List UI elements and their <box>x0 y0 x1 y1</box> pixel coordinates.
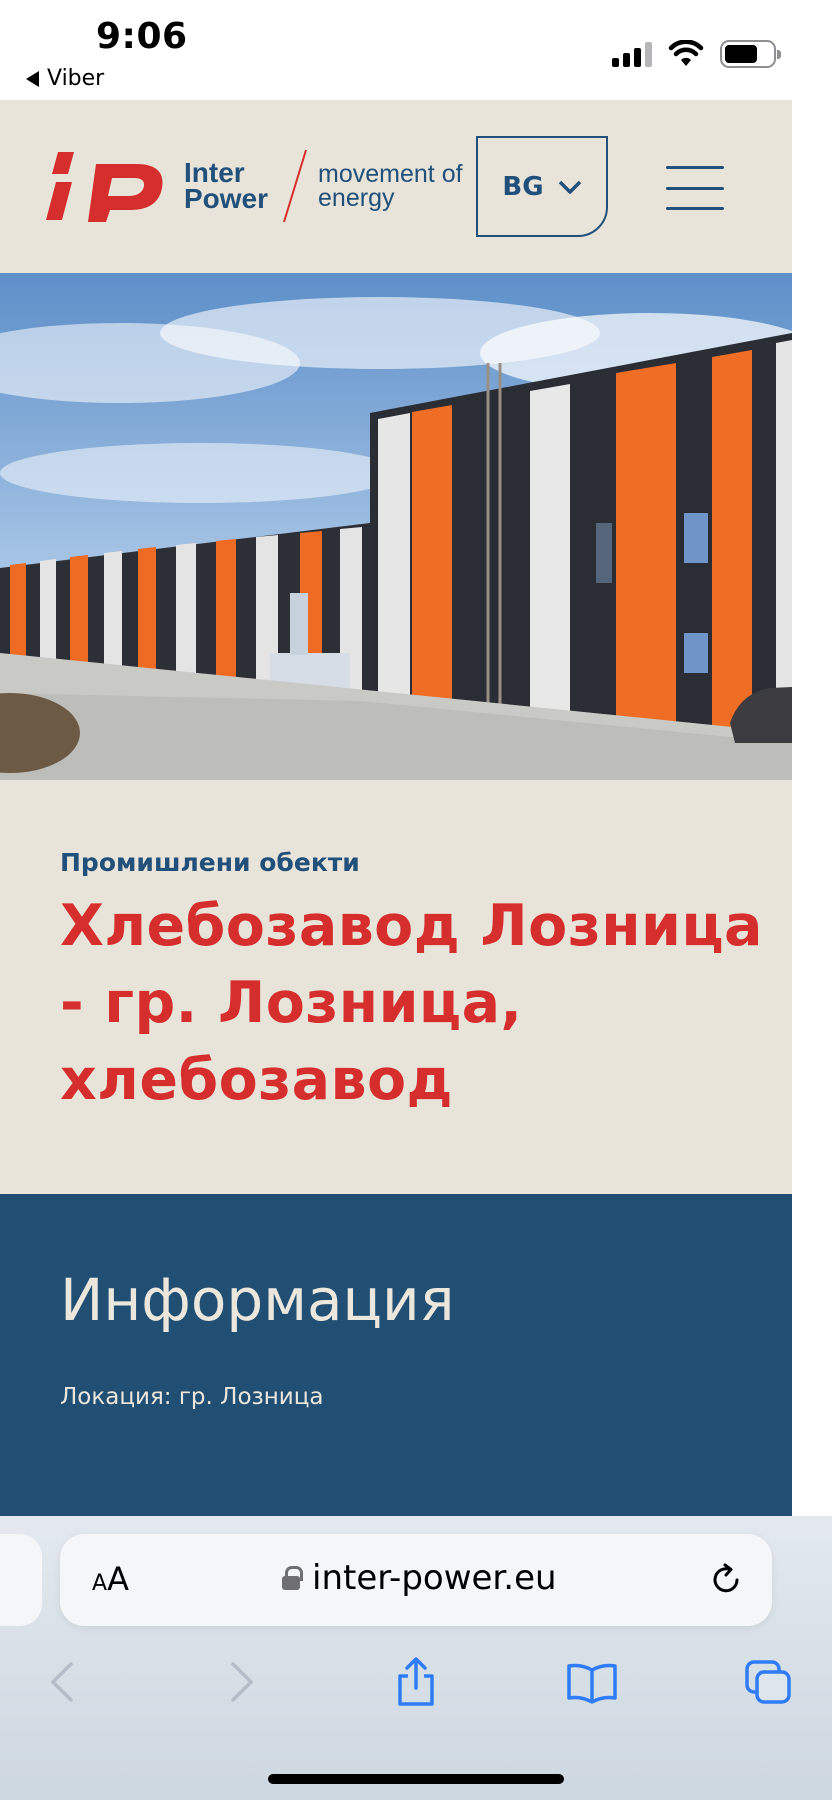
forward-icon <box>231 1662 253 1702</box>
share-button[interactable] <box>386 1652 446 1712</box>
bookmarks-button[interactable] <box>562 1652 622 1712</box>
language-label: BG <box>502 171 544 202</box>
lock-icon <box>282 1566 303 1590</box>
back-button[interactable] <box>32 1652 92 1712</box>
interpower-logo-mark-icon <box>46 152 163 222</box>
back-icon <box>51 1662 73 1702</box>
hero-image <box>0 273 792 780</box>
hamburger-menu-icon[interactable] <box>666 166 724 210</box>
chevron-down-icon <box>558 180 581 194</box>
language-selector[interactable]: BG <box>476 136 608 237</box>
back-to-app-link[interactable]: Viber <box>26 66 104 91</box>
share-icon <box>398 1657 434 1706</box>
bookmarks-icon <box>567 1663 617 1704</box>
url-display[interactable]: inter-power.eu <box>282 1558 557 1598</box>
battery-icon <box>720 40 781 68</box>
status-time: 9:06 <box>96 16 188 57</box>
tabs-icon <box>745 1660 791 1704</box>
page-gutter <box>792 100 832 1516</box>
logo-name: Inter Power <box>184 157 269 214</box>
address-bar[interactable]: AA inter-power.eu <box>60 1534 772 1626</box>
back-app-label: Viber <box>47 66 105 91</box>
home-indicator <box>268 1774 564 1784</box>
info-section: Информация Локация: гр. Лозница <box>0 1194 792 1516</box>
back-triangle-icon <box>26 70 39 87</box>
wifi-icon <box>668 40 704 66</box>
info-location: Локация: гр. Лозница <box>60 1384 324 1410</box>
reader-settings-button[interactable]: AA <box>92 1560 129 1598</box>
logo-divider-icon <box>283 149 307 223</box>
status-bar: 9:06 Viber <box>0 0 832 100</box>
logo-tagline: movement of energy <box>318 160 463 212</box>
safari-toolbar <box>0 1652 832 1724</box>
previous-tab-preview[interactable] <box>0 1534 42 1626</box>
reload-icon[interactable] <box>708 1562 744 1598</box>
tabs-button[interactable] <box>738 1652 798 1712</box>
project-category[interactable]: Промишлени обекти <box>60 848 360 877</box>
url-text: inter-power.eu <box>312 1558 557 1598</box>
page-title: Хлебозавод Лозница - гр. Лозница, хлебоз… <box>60 893 763 1113</box>
status-icons <box>612 40 781 68</box>
info-heading: Информация <box>60 1266 455 1334</box>
site-logo[interactable]: Inter Power movement of energy <box>44 148 463 224</box>
signal-icon <box>612 41 652 67</box>
safari-bottom-bar: AA inter-power.eu <box>0 1516 832 1800</box>
industrial-building-photo <box>0 273 792 780</box>
site-header: Inter Power movement of energy BG <box>0 100 792 273</box>
project-title-section: Промишлени обекти Хлебозавод Лозница - г… <box>0 780 792 1194</box>
forward-button[interactable] <box>212 1652 272 1712</box>
